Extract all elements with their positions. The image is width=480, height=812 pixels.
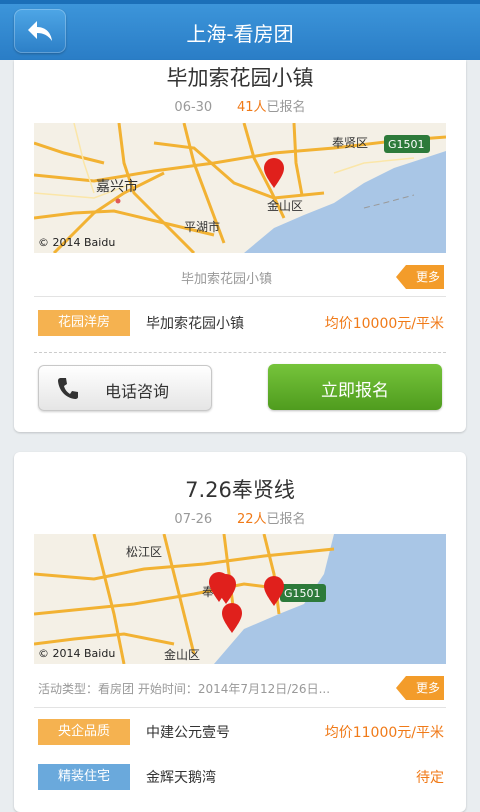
event-title: 毕加索花园小镇 (166, 66, 314, 90)
event-title: 7.26奉贤线 (185, 478, 295, 502)
more-button[interactable]: 更多 (396, 676, 444, 700)
phone-icon (58, 378, 78, 399)
map-label: G1501 (388, 138, 425, 151)
event-caption: 毕加索花园小镇 (180, 272, 272, 287)
event-map[interactable]: 嘉兴市 平湖市 金山区 奉贤区 G1501 © 2014 Baidu (34, 123, 446, 253)
signup-suffix: 已报名 (266, 100, 306, 115)
page-title: 上海-看房团 (186, 22, 294, 46)
map-label: 金山区 (267, 198, 303, 213)
event-date: 07-26 (174, 512, 213, 527)
listing-name[interactable]: 中建公元壹号 (146, 722, 230, 742)
call-label: 电话咨询 (105, 382, 170, 401)
register-label: 立即报名 (321, 381, 389, 401)
signup-suffix: 已报名 (266, 512, 306, 527)
map-label: 嘉兴市 (96, 178, 138, 195)
event-meta: 06-30 41人已报名 (14, 96, 466, 115)
event-date: 06-30 (174, 100, 213, 115)
signup-count: 22人 (237, 512, 267, 527)
map-copyright: © 2014 Baidu (38, 647, 116, 660)
map-label: 金山区 (164, 647, 200, 662)
event-card[interactable]: 7.26奉贤线 07-26 22人已报名 松江区 奉 G1501 金山区 © 2… (14, 452, 466, 812)
register-button[interactable]: 立即报名 (268, 364, 442, 410)
event-caption: 活动类型：看房团 开始时间：2014年7月12日/26日... (38, 682, 331, 696)
map-label: G1501 (284, 587, 321, 600)
more-button[interactable]: 更多 (396, 265, 444, 289)
listing-name[interactable]: 金辉天鹅湾 (146, 767, 216, 787)
listing-name[interactable]: 毕加索花园小镇 (146, 313, 244, 333)
map-copyright: © 2014 Baidu (38, 236, 116, 249)
map-graphic: 松江区 奉 G1501 金山区 (34, 534, 446, 664)
divider (34, 707, 446, 708)
divider (34, 296, 446, 297)
listing-price: 均价11000元/平米 (324, 725, 444, 741)
map-label: 平湖市 (184, 219, 220, 234)
listing-price: 均价10000元/平米 (324, 316, 444, 332)
map-label: 松江区 (126, 545, 162, 559)
header-bar: 上海-看房团 (0, 4, 480, 60)
listing-tag: 央企品质 (38, 719, 130, 745)
event-meta: 07-26 22人已报名 (14, 508, 466, 527)
signup-count: 41人 (237, 100, 267, 115)
map-graphic: 嘉兴市 平湖市 金山区 奉贤区 G1501 (34, 123, 446, 253)
listing-tag: 花园洋房 (38, 310, 130, 336)
call-button[interactable]: 电话咨询 (38, 365, 212, 411)
divider (34, 352, 446, 353)
map-label: 奉贤区 (332, 136, 368, 150)
event-map[interactable]: 松江区 奉 G1501 金山区 © 2014 Baidu (34, 534, 446, 664)
listing-tag: 精装住宅 (38, 764, 130, 790)
listing-price: 待定 (416, 770, 444, 786)
event-card[interactable]: 毕加索花园小镇 06-30 41人已报名 嘉兴市 平湖市 金山区 奉贤区 G15… (14, 60, 466, 432)
